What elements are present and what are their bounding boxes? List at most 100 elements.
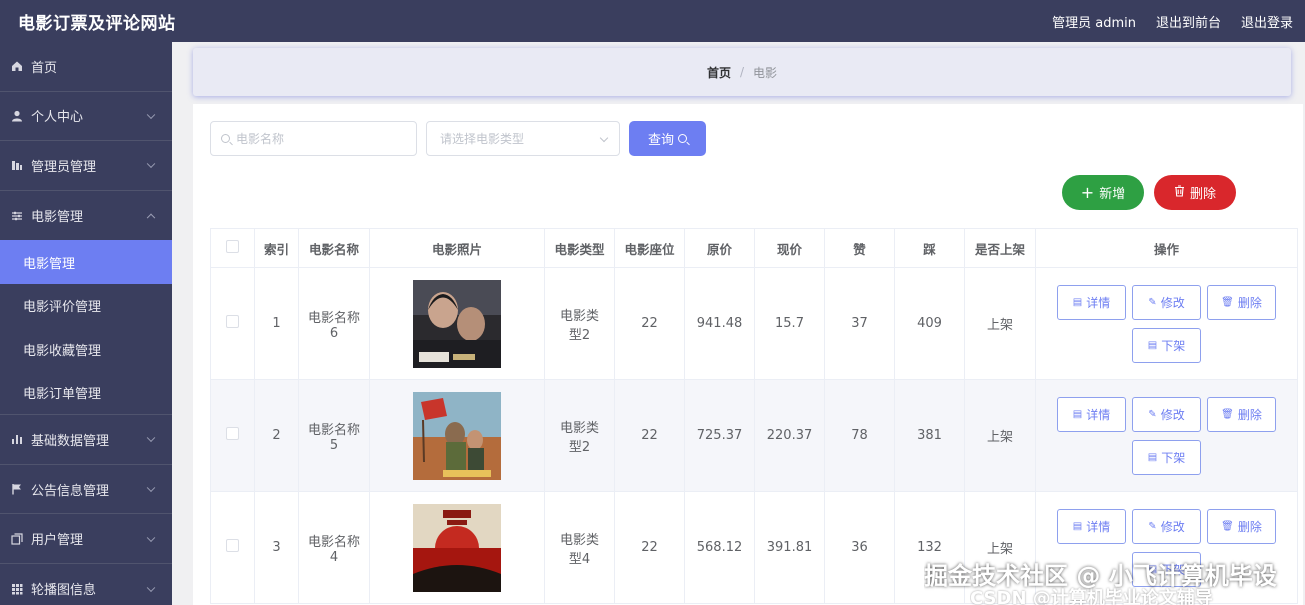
sidebar-item-notice[interactable]: 公告信息管理	[0, 465, 172, 515]
add-button[interactable]: + 新增	[1062, 175, 1144, 210]
movie-poster-image[interactable]	[413, 279, 501, 368]
table-header-row: 索引 电影名称 电影照片 电影类型 电影座位 原价 现价 赞 踩 是否上架 操作	[210, 228, 1298, 268]
juejin-watermark: 掘金技术社区 @ 小飞计算机毕设	[924, 562, 1277, 590]
chevron-down-icon	[146, 433, 156, 443]
unlist-button[interactable]: ▤ 下架	[1132, 327, 1201, 363]
delete-button[interactable]: 🗑 删除	[1207, 284, 1276, 320]
detail-button[interactable]: ▤ 详情	[1057, 284, 1126, 320]
copy-icon	[10, 532, 24, 546]
sidebar-item-label: 首页	[31, 60, 58, 76]
movie-name-cell: 电影名称5	[298, 379, 370, 492]
select-all-cell	[210, 228, 255, 268]
column-header: 电影座位	[614, 228, 685, 268]
sidebar-item-admin[interactable]: 管理员管理	[0, 141, 172, 191]
chart-icon	[10, 158, 24, 172]
original-price-cell: 941.48	[684, 267, 755, 380]
operations-cell: ▤ 详情 ✎ 修改 🗑 删除 ▤ 下架	[1035, 379, 1298, 492]
document-icon: ▤	[1072, 520, 1083, 532]
chevron-down-icon	[599, 133, 609, 143]
movie-name-search-input[interactable]: 电影名称	[210, 121, 417, 156]
sidebar-sub-movie-review[interactable]: 电影评价管理	[0, 284, 172, 328]
movie-poster-image[interactable]	[413, 391, 501, 480]
sidebar-sub-movie-manage[interactable]: 电影管理	[0, 240, 172, 285]
sidebar-item-basic-data[interactable]: 基础数据管理	[0, 415, 172, 465]
row-checkbox[interactable]	[226, 427, 239, 440]
operations-cell: ▤ 详情 ✎ 修改 🗑 删除 ▤ 下架	[1035, 267, 1298, 380]
edit-icon: ✎	[1148, 296, 1157, 308]
document-icon: ▤	[1147, 451, 1158, 463]
delete-label: 删除	[1237, 295, 1262, 310]
sidebar-item-label: 用户管理	[31, 533, 84, 549]
exit-to-front-link[interactable]: 退出到前台	[1156, 12, 1221, 31]
detail-button[interactable]: ▤ 详情	[1057, 508, 1126, 544]
column-header: 现价	[754, 228, 825, 268]
sidebar-item-label: 基础数据管理	[31, 433, 110, 449]
column-header: 是否上架	[964, 228, 1036, 268]
dislikes-cell: 381	[894, 379, 965, 492]
movie-name-cell: 电影名称4	[298, 491, 370, 604]
unlist-button[interactable]: ▤ 下架	[1132, 439, 1201, 475]
likes-cell: 78	[824, 379, 895, 492]
document-icon: ▤	[1072, 296, 1083, 308]
sidebar-item-users[interactable]: 用户管理	[0, 514, 172, 564]
trash-icon: 🗑	[1221, 408, 1234, 420]
breadcrumb-current: 电影	[753, 65, 778, 80]
sidebar-item-personal[interactable]: 个人中心	[0, 92, 172, 142]
chevron-down-icon	[146, 110, 156, 119]
row-checkbox[interactable]	[226, 315, 239, 328]
sidebar-item-home[interactable]: 首页	[0, 42, 172, 92]
status-cell: 上架	[964, 267, 1036, 380]
delete-button[interactable]: 🗑 删除	[1207, 508, 1276, 544]
document-icon: ▤	[1072, 408, 1083, 420]
current-price-cell: 220.37	[754, 379, 825, 492]
row-select-cell	[210, 491, 255, 604]
table-row: 2 电影名称5 电影类型2 22 725.37 220.37 78 381 上架…	[210, 379, 1298, 492]
original-price-cell: 568.12	[684, 491, 755, 604]
detail-label: 详情	[1086, 407, 1111, 422]
search-icon	[221, 134, 230, 143]
sidebar-item-label: 轮播图信息	[31, 583, 97, 599]
movie-poster-image[interactable]	[413, 503, 501, 592]
detail-label: 详情	[1086, 519, 1111, 534]
logout-link[interactable]: 退出登录	[1241, 12, 1293, 31]
batch-delete-button[interactable]: 删除	[1154, 175, 1236, 210]
query-button[interactable]: 查询	[629, 121, 706, 156]
row-select-cell	[210, 267, 255, 380]
movie-name-cell: 电影名称6	[298, 267, 370, 380]
edit-button[interactable]: ✎ 修改	[1132, 284, 1201, 320]
chevron-down-icon	[146, 583, 156, 592]
sidebar-item-label: 公告信息管理	[31, 483, 110, 499]
movie-table: 索引 电影名称 电影照片 电影类型 电影座位 原价 现价 赞 踩 是否上架 操作…	[210, 228, 1298, 604]
edit-button[interactable]: ✎ 修改	[1132, 396, 1201, 432]
column-header: 电影名称	[298, 228, 370, 268]
add-label: 新增	[1099, 187, 1126, 202]
column-header: 索引	[254, 228, 299, 268]
flag-icon	[10, 482, 24, 496]
detail-button[interactable]: ▤ 详情	[1057, 396, 1126, 432]
chevron-down-icon	[146, 533, 156, 542]
sidebar-item-carousel[interactable]: 轮播图信息	[0, 564, 172, 605]
delete-button[interactable]: 🗑 删除	[1207, 396, 1276, 432]
edit-label: 修改	[1160, 407, 1185, 422]
column-header: 原价	[684, 228, 755, 268]
movie-type-cell: 电影类型2	[544, 379, 615, 492]
sidebar-item-movies[interactable]: 电影管理	[0, 191, 172, 241]
select-all-checkbox[interactable]	[226, 240, 239, 253]
sidebar-sub-movie-favorite[interactable]: 电影收藏管理	[0, 328, 172, 372]
query-label: 查询	[647, 133, 674, 148]
chevron-down-icon	[146, 483, 156, 493]
row-checkbox[interactable]	[226, 539, 239, 552]
home-icon	[10, 59, 24, 73]
detail-label: 详情	[1086, 295, 1111, 310]
status-cell: 上架	[964, 379, 1036, 492]
edit-button[interactable]: ✎ 修改	[1132, 508, 1201, 544]
delete-label: 删除	[1237, 519, 1262, 534]
seats-cell: 22	[614, 379, 685, 492]
breadcrumb-home[interactable]: 首页	[707, 64, 731, 81]
column-header: 踩	[894, 228, 965, 268]
dislikes-cell: 409	[894, 267, 965, 380]
sidebar-sub-movie-order[interactable]: 电影订单管理	[0, 371, 172, 416]
unlist-label: 下架	[1161, 450, 1186, 465]
delete-label: 删除	[1189, 187, 1216, 202]
movie-type-select[interactable]: 请选择电影类型	[426, 121, 620, 156]
